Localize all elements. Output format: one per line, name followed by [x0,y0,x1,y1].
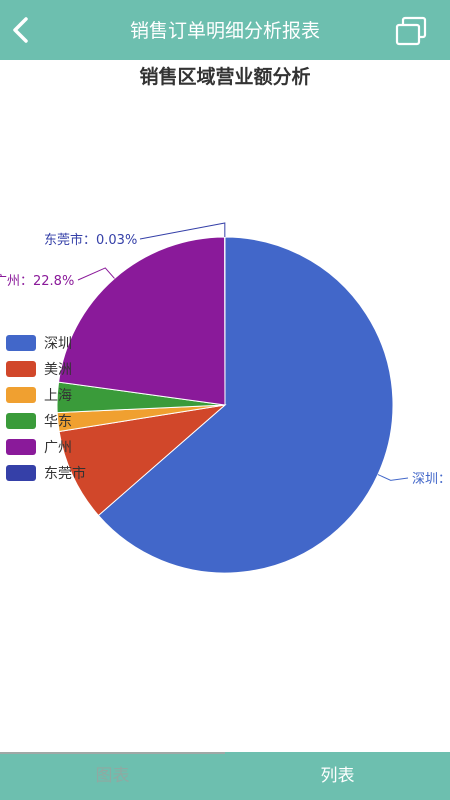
legend-item-美洲[interactable]: 美洲 [6,356,86,382]
bottom-tab-bar: 图表 列表 [0,752,450,800]
legend-label: 东莞市 [44,466,86,482]
legend-label: 上海 [44,388,72,404]
tab-list[interactable]: 列表 [225,752,450,800]
legend-label: 美洲 [44,362,72,378]
legend-swatch [6,439,36,455]
data-label-广州: 广州：22.8% [0,274,74,289]
leader-line-东莞市 [139,222,226,240]
legend-swatch [6,465,36,481]
data-label-东莞市: 东莞市：0.03% [44,232,137,248]
legend-swatch [6,361,36,377]
legend-item-东莞市[interactable]: 东莞市 [6,460,86,486]
chart-legend: 深圳美洲上海华东广州东莞市 [6,330,86,486]
legend-swatch [6,335,36,351]
tab-chart[interactable]: 图表 [0,752,225,800]
legend-item-华东[interactable]: 华东 [6,408,86,434]
legend-label: 华东 [44,414,72,430]
legend-label: 广州 [44,440,72,456]
legend-item-上海[interactable]: 上海 [6,382,86,408]
legend-item-广州[interactable]: 广州 [6,434,86,460]
data-label-深圳: 深圳： [412,472,450,487]
leader-line-广州 [77,267,115,281]
leader-line-深圳 [377,474,409,481]
legend-item-深圳[interactable]: 深圳 [6,330,86,356]
legend-swatch [6,387,36,403]
legend-swatch [6,413,36,429]
legend-label: 深圳 [44,336,72,352]
